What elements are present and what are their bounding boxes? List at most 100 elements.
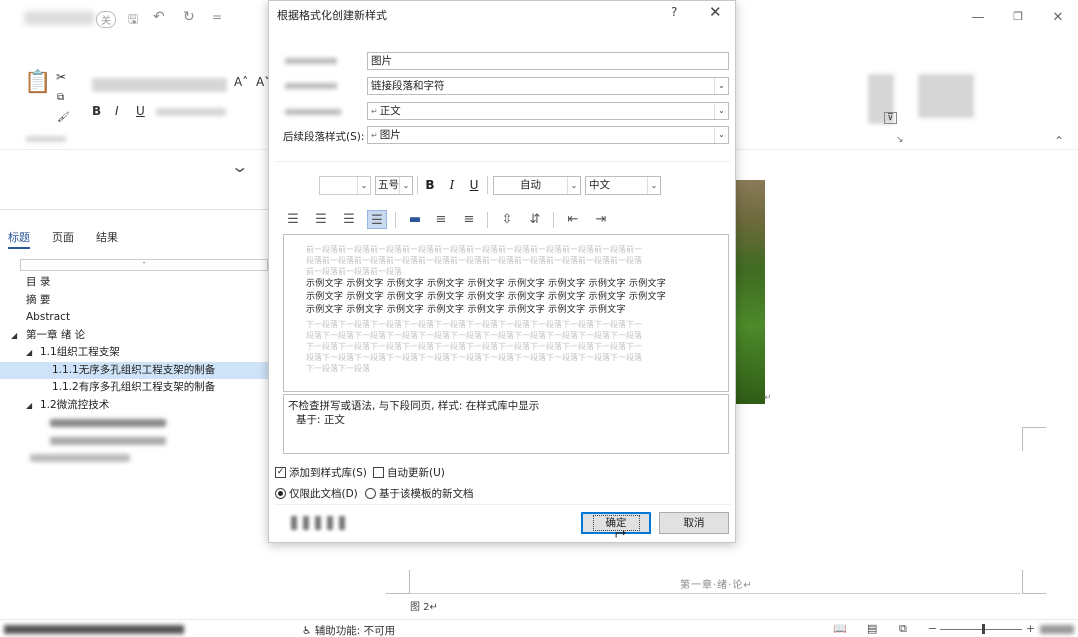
underline-button[interactable]: U bbox=[466, 178, 482, 192]
toolbar-separator bbox=[417, 176, 418, 194]
increase-para-spacing-icon[interactable]: ⇳ bbox=[497, 210, 517, 229]
style-based-on-select[interactable]: ↵ 正文 ⌄ bbox=[367, 102, 729, 120]
outline-item-1-1-2[interactable]: 1.1.2有序多孔组织工程支架的制备 bbox=[0, 379, 268, 397]
save-icon[interactable]: 🖫 bbox=[128, 10, 138, 31]
obscured-text bbox=[50, 419, 166, 427]
auto-update-checkbox[interactable]: 自动更新(U) bbox=[373, 465, 445, 480]
font-selector-blur[interactable] bbox=[92, 78, 227, 92]
radio-empty-icon bbox=[365, 488, 376, 499]
align-right-icon[interactable]: ☰ bbox=[339, 210, 359, 229]
window-close-icon[interactable]: ✕ bbox=[1048, 10, 1068, 25]
expand-triangle-icon[interactable]: ◢ bbox=[26, 397, 32, 415]
outline-item-abstract-en[interactable]: Abstract bbox=[0, 309, 268, 327]
outline-item-obscured[interactable] bbox=[0, 414, 268, 432]
outline-item-label: 1.1组织工程支架 bbox=[40, 346, 120, 358]
document-image[interactable] bbox=[735, 180, 765, 404]
close-icon[interactable]: ✕ bbox=[709, 3, 722, 21]
accessibility-status[interactable]: ♿ 辅助功能: 不可用 bbox=[302, 623, 395, 637]
italic-button[interactable]: I bbox=[444, 178, 460, 192]
ribbon-editing-blur[interactable] bbox=[918, 74, 974, 118]
toolbar-separator bbox=[553, 212, 554, 228]
zoom-out-icon[interactable]: − bbox=[928, 622, 937, 635]
outline-item-chapter1[interactable]: ◢ 第一章 绪 论 bbox=[0, 327, 268, 345]
ribbon-font-buttons-blur[interactable] bbox=[156, 108, 226, 116]
outline-item-1-1[interactable]: ◢ 1.1组织工程支架 bbox=[0, 344, 268, 362]
outline-item-toc[interactable]: 目 录 bbox=[0, 274, 268, 292]
obscured-text bbox=[327, 516, 333, 530]
paste-icon[interactable]: 📋 bbox=[24, 70, 51, 95]
chevron-down-icon[interactable]: ⌄ bbox=[567, 177, 580, 194]
justify-icon[interactable]: ☰ bbox=[367, 210, 387, 229]
ribbon-italic-button[interactable]: I bbox=[115, 104, 119, 118]
font-color-select[interactable]: 自动 ⌄ bbox=[493, 176, 581, 195]
font-grow-button[interactable]: A˄ bbox=[234, 75, 248, 89]
expand-triangle-icon[interactable]: ◢ bbox=[11, 327, 17, 345]
zoom-slider-thumb[interactable] bbox=[982, 624, 985, 634]
chevron-down-icon[interactable]: ⌄ bbox=[357, 177, 370, 194]
outline-item-abstract-cn[interactable]: 摘 要 bbox=[0, 292, 268, 310]
font-name-select[interactable]: ⌄ bbox=[319, 176, 371, 195]
cancel-button[interactable]: 取消 bbox=[659, 512, 729, 534]
zoom-in-icon[interactable]: + bbox=[1026, 622, 1035, 635]
style-name-input[interactable]: 图片 bbox=[367, 52, 729, 70]
styles-pane-icon[interactable]: ⊽ bbox=[884, 112, 897, 124]
expand-triangle-icon[interactable]: ◢ bbox=[26, 344, 32, 362]
nav-collapse-bar[interactable]: ᐩ bbox=[20, 259, 268, 271]
preview-next-line: 段落下一段落下一段落下一段落下一段落下一段落下一段落下一段落下一段落下一段落下一… bbox=[306, 353, 642, 362]
script-select[interactable]: 中文 ⌄ bbox=[585, 176, 661, 195]
help-icon[interactable]: ? bbox=[671, 5, 677, 19]
format-menu-button[interactable] bbox=[287, 512, 345, 534]
tab-headings[interactable]: 标题 bbox=[8, 229, 30, 249]
outline-item-obscured[interactable] bbox=[0, 449, 268, 467]
minimize-icon[interactable]: — bbox=[968, 10, 988, 25]
heading-outline: 目 录 摘 要 Abstract ◢ 第一章 绪 论 ◢ 1.1组织工程支架 1… bbox=[0, 274, 268, 467]
styles-launcher-icon[interactable]: ↘ bbox=[896, 135, 904, 145]
font-size-select[interactable]: 五号 ⌄ bbox=[375, 176, 413, 195]
align-left-icon[interactable]: ☰ bbox=[283, 210, 303, 229]
bold-button[interactable]: B bbox=[422, 178, 438, 192]
autosave-toggle[interactable]: 关 bbox=[96, 11, 116, 28]
redo-icon[interactable]: ↻ bbox=[183, 9, 195, 25]
next-style-select[interactable]: ↵ 图片 ⌄ bbox=[367, 126, 729, 144]
web-layout-icon[interactable]: ⧉ bbox=[899, 622, 907, 636]
outline-item-1-1-1[interactable]: 1.1.1无序多孔组织工程支架的制备 bbox=[0, 361, 268, 379]
chevron-down-icon[interactable]: ⌄ bbox=[714, 78, 728, 94]
tab-pages[interactable]: 页面 bbox=[52, 229, 74, 249]
outline-item-label: 1.1.1无序多孔组织工程支架的制备 bbox=[52, 363, 216, 376]
double-spacing-icon[interactable]: ≡ bbox=[459, 210, 479, 229]
increase-indent-icon[interactable]: ⇥ bbox=[591, 210, 611, 229]
one-half-spacing-icon[interactable]: ≡ bbox=[431, 210, 451, 229]
align-center-icon[interactable]: ☰ bbox=[311, 210, 331, 229]
cut-icon[interactable]: ✂ bbox=[56, 70, 66, 84]
chevron-down-icon[interactable]: ⌄ bbox=[230, 157, 249, 176]
only-this-doc-radio[interactable]: 仅限此文档(D) bbox=[275, 486, 358, 501]
decrease-indent-icon[interactable]: ⇤ bbox=[563, 210, 583, 229]
single-spacing-icon[interactable]: ▬ bbox=[405, 210, 425, 229]
chevron-down-icon[interactable]: ⌄ bbox=[647, 177, 660, 194]
new-docs-label: 基于该模板的新文档 bbox=[379, 488, 474, 500]
ribbon-underline-button[interactable]: U bbox=[136, 104, 145, 118]
outline-item-obscured[interactable] bbox=[0, 432, 268, 450]
decrease-para-spacing-icon[interactable]: ⇵ bbox=[525, 210, 545, 229]
chevron-down-icon[interactable]: ⌄ bbox=[399, 177, 412, 194]
ribbon-bold-button[interactable]: B bbox=[92, 104, 101, 118]
outline-item-1-2[interactable]: ◢ 1.2微流控技术 bbox=[0, 397, 268, 415]
chevron-down-icon[interactable]: ⌄ bbox=[714, 127, 728, 143]
collapse-ribbon-icon[interactable]: ⌃ bbox=[1054, 134, 1064, 148]
new-docs-radio[interactable]: 基于该模板的新文档 bbox=[365, 486, 474, 501]
toolbar-separator bbox=[487, 212, 488, 228]
copy-icon[interactable]: ⧉ bbox=[57, 92, 64, 103]
customize-qa-icon[interactable]: = bbox=[212, 10, 222, 24]
add-to-gallery-checkbox[interactable]: ✓ 添加到样式库(S) bbox=[275, 465, 367, 480]
section-divider bbox=[275, 161, 731, 162]
read-mode-icon[interactable]: 📖 bbox=[833, 622, 847, 635]
format-painter-icon[interactable]: 🖌 bbox=[57, 112, 70, 123]
restore-icon[interactable]: ❐ bbox=[1008, 10, 1028, 23]
zoom-slider[interactable] bbox=[940, 629, 1022, 630]
tab-results[interactable]: 结果 bbox=[96, 229, 118, 249]
undo-icon[interactable]: ↶ bbox=[153, 9, 165, 25]
chevron-down-icon[interactable]: ⌄ bbox=[714, 103, 728, 119]
style-type-select[interactable]: 链接段落和字符 ⌄ bbox=[367, 77, 729, 95]
print-layout-icon[interactable]: ▤ bbox=[867, 622, 877, 635]
preview-prev-line: 前一段落前一段落前一段落 bbox=[306, 267, 402, 276]
